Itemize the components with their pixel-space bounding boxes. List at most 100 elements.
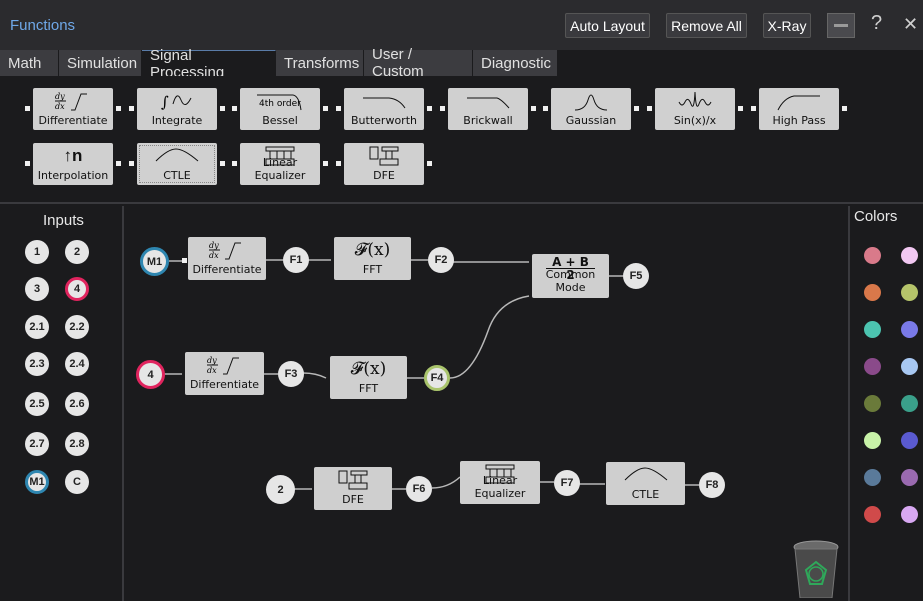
input-2-4[interactable]: 2.4	[65, 352, 89, 376]
node-common-mode[interactable]: A + B 2 Common Mode	[532, 254, 609, 298]
derivative-icon: dy dx	[188, 239, 266, 261]
node-label: DFE	[342, 493, 364, 506]
tab-transforms[interactable]: Transforms	[276, 50, 364, 76]
node-linear-equalizer[interactable]: Linear Equalizer	[460, 461, 540, 504]
colors-panel: Colors	[848, 206, 923, 601]
trash-icon[interactable]	[792, 540, 840, 599]
node-ctle[interactable]: CTLE	[606, 462, 685, 505]
input-2[interactable]: 2	[65, 240, 89, 264]
color-swatch[interactable]	[864, 321, 881, 338]
color-swatch[interactable]	[864, 469, 881, 486]
palette-sinc[interactable]: Sin(x)/x	[647, 88, 743, 130]
node-label: Differentiate	[189, 378, 260, 391]
color-swatch[interactable]	[901, 506, 918, 523]
tab-diagnostic[interactable]: Diagnostic	[473, 50, 558, 76]
brickwall-filter-icon	[448, 90, 528, 112]
function-palette: dy dx Differentiate ∫ Integrate 4th order…	[0, 76, 923, 204]
color-swatch[interactable]	[901, 284, 918, 301]
tab-simulation[interactable]: Simulation	[59, 50, 142, 76]
svg-text:dx: dx	[207, 366, 217, 375]
color-swatch[interactable]	[864, 432, 881, 449]
node-fft-2[interactable]: 𝓕(x) FFT	[330, 356, 407, 399]
color-swatch[interactable]	[901, 321, 918, 338]
color-swatch[interactable]	[901, 395, 918, 412]
palette-linear-equalizer[interactable]: Linear Equalizer	[232, 143, 328, 185]
colors-title: Colors	[854, 208, 898, 225]
input-4[interactable]: 4	[65, 277, 89, 301]
palette-differentiate[interactable]: dy dx Differentiate	[25, 88, 121, 130]
input-2-2[interactable]: 2.2	[65, 315, 89, 339]
chip-f2[interactable]: F2	[428, 247, 454, 273]
palette-label: Brickwall	[463, 114, 513, 127]
color-swatch[interactable]	[901, 432, 918, 449]
palette-brickwall[interactable]: Brickwall	[440, 88, 536, 130]
color-swatch[interactable]	[864, 247, 881, 264]
input-2-7[interactable]: 2.7	[25, 432, 49, 456]
chip-m1[interactable]: M1	[140, 247, 169, 276]
palette-ctle[interactable]: CTLE	[129, 143, 225, 185]
tab-user-custom[interactable]: User / Custom	[364, 46, 473, 80]
input-1[interactable]: 1	[25, 240, 49, 264]
color-swatch[interactable]	[901, 469, 918, 486]
palette-gaussian[interactable]: Gaussian	[543, 88, 639, 130]
tab-math[interactable]: Math	[0, 50, 59, 76]
input-2-5[interactable]: 2.5	[25, 392, 49, 416]
input-2-6[interactable]: 2.6	[65, 392, 89, 416]
palette-bessel[interactable]: 4th order Bessel	[232, 88, 328, 130]
app-title: Functions	[10, 17, 76, 34]
chip-f5[interactable]: F5	[623, 263, 649, 289]
chip-input-4[interactable]: 4	[136, 360, 165, 389]
chip-f1[interactable]: F1	[283, 247, 309, 273]
color-swatch[interactable]	[901, 358, 918, 375]
input-2-8[interactable]: 2.8	[65, 432, 89, 456]
palette-dfe[interactable]: DFE	[336, 143, 432, 185]
palette-label: Sin(x)/x	[673, 114, 717, 127]
minimize-icon[interactable]	[827, 13, 855, 38]
palette-integrate[interactable]: ∫ Integrate	[129, 88, 225, 130]
palette-label: Interpolation	[37, 169, 109, 182]
svg-text:dx: dx	[209, 251, 219, 260]
chip-f7[interactable]: F7	[554, 470, 580, 496]
xray-button[interactable]: X-Ray	[763, 13, 811, 38]
color-swatch[interactable]	[864, 284, 881, 301]
node-label: FFT	[358, 382, 379, 395]
svg-text:dx: dx	[55, 102, 65, 111]
chip-f6[interactable]: F6	[406, 476, 432, 502]
palette-high-pass[interactable]: High Pass	[751, 88, 847, 130]
sinc-icon	[655, 90, 735, 112]
input-2-1[interactable]: 2.1	[25, 315, 49, 339]
node-differentiate-1[interactable]: dy dx Differentiate	[188, 237, 266, 280]
close-icon[interactable]: ✕	[903, 14, 918, 35]
svg-text:dy: dy	[207, 356, 217, 365]
svg-text:dy: dy	[55, 92, 65, 101]
chip-f3[interactable]: F3	[278, 361, 304, 387]
ctle-icon	[606, 464, 685, 486]
palette-interpolation[interactable]: ↑n Interpolation	[25, 143, 121, 185]
input-m1[interactable]: M1	[25, 470, 49, 494]
derivative-icon: dy dx	[33, 90, 113, 112]
input-2-3[interactable]: 2.3	[25, 352, 49, 376]
svg-text:∫: ∫	[161, 93, 169, 111]
node-fft-1[interactable]: 𝓕(x) FFT	[334, 237, 411, 280]
input-3[interactable]: 3	[25, 277, 49, 301]
auto-layout-button[interactable]: Auto Layout	[565, 13, 650, 38]
remove-all-button[interactable]: Remove All	[666, 13, 747, 38]
palette-butterworth[interactable]: Butterworth	[336, 88, 432, 130]
node-label: Common Mode	[545, 268, 596, 294]
input-c[interactable]: C	[65, 470, 89, 494]
tab-signal-processing[interactable]: Signal Processing	[142, 47, 276, 81]
node-port[interactable]	[182, 258, 187, 263]
bessel-order-text: 4th order	[259, 99, 301, 109]
function-canvas[interactable]: M1 dy dx Differentiate F1 𝓕(x) FFT F2 A +…	[126, 206, 848, 601]
derivative-icon: dy dx	[185, 354, 264, 376]
node-dfe[interactable]: DFE	[314, 467, 392, 510]
color-swatch[interactable]	[864, 395, 881, 412]
color-swatch[interactable]	[901, 247, 918, 264]
chip-f8[interactable]: F8	[699, 472, 725, 498]
color-swatch[interactable]	[864, 358, 881, 375]
chip-input-2[interactable]: 2	[266, 475, 295, 504]
chip-f4[interactable]: F4	[424, 365, 450, 391]
node-differentiate-2[interactable]: dy dx Differentiate	[185, 352, 264, 395]
help-icon[interactable]: ?	[871, 12, 882, 35]
color-swatch[interactable]	[864, 506, 881, 523]
